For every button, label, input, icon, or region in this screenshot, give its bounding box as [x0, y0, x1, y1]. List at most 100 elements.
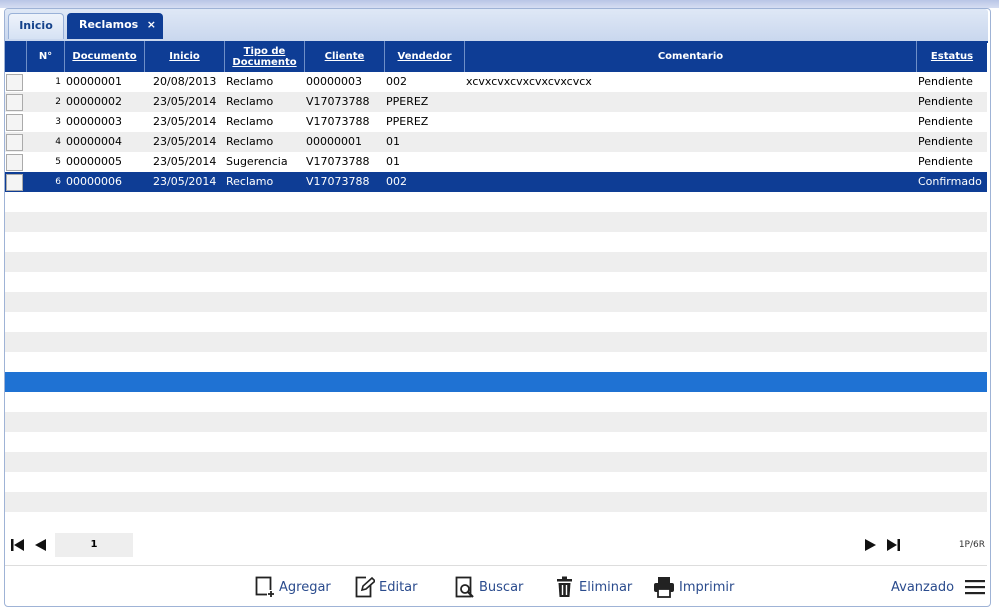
header-tipo-documento[interactable]: Tipo de Documento [225, 41, 305, 72]
empty-row [5, 452, 987, 472]
search-document-icon [455, 576, 474, 598]
cell-estatus: Confirmado [918, 175, 982, 188]
row-checkbox[interactable] [6, 154, 23, 171]
menu-icon [965, 580, 986, 595]
cell-documento: 00000003 [66, 115, 122, 128]
cell-numero: 6 [55, 177, 61, 187]
prev-page-icon[interactable] [33, 537, 49, 553]
tab-reclamos-label: Reclamos [79, 18, 139, 31]
cell-comentario [466, 132, 916, 152]
cell-tipo: Reclamo [226, 95, 274, 108]
cell-vendedor: PPEREZ [386, 95, 429, 108]
header-checkbox-col [5, 41, 27, 72]
header-documento[interactable]: Documento [65, 41, 145, 72]
tab-inicio[interactable]: Inicio [8, 13, 64, 39]
cell-comentario [466, 92, 916, 112]
empty-row [5, 312, 987, 332]
pager: 1 1P/6R [5, 533, 987, 557]
pager-info: 1P/6R [958, 540, 985, 550]
cell-inicio: 23/05/2014 [153, 175, 217, 188]
tab-bar: Inicio Reclamos × [5, 9, 988, 43]
cell-comentario: xcvxcvxcvxcvxcvxcvcx [466, 75, 592, 88]
grid-header: N° Documento Inicio Tipo de Documento Cl… [5, 41, 987, 72]
cell-comentario [466, 172, 916, 192]
table-row[interactable]: 2 00000002 23/05/2014 Reclamo V17073788 PPERE… [5, 92, 987, 112]
cell-vendedor: 002 [386, 175, 407, 188]
table-row[interactable]: 1 00000001 20/08/2013 Reclamo 00000003 002 xcv… [5, 72, 987, 92]
table-row[interactable]: 3 00000003 23/05/2014 Reclamo V17073788 PPERE… [5, 112, 987, 132]
editar-button[interactable]: Editar [355, 570, 418, 604]
cell-cliente: V17073788 [306, 95, 370, 108]
header-numero: N° [27, 41, 65, 72]
avanzado-button[interactable]: Avanzado [891, 570, 986, 604]
cell-comentario [466, 112, 916, 132]
cell-inicio: 23/05/2014 [153, 155, 217, 168]
header-estatus[interactable]: Estatus [917, 41, 987, 72]
cell-tipo: Reclamo [226, 115, 274, 128]
cell-tipo: Reclamo [226, 75, 274, 88]
agregar-button[interactable]: Agregar [255, 570, 331, 604]
empty-row [5, 332, 987, 352]
header-comentario: Comentario [465, 41, 917, 72]
close-icon[interactable]: × [147, 13, 156, 37]
cell-documento: 00000006 [66, 175, 122, 188]
header-cliente[interactable]: Cliente [305, 41, 385, 72]
printer-icon [654, 577, 674, 598]
cell-tipo: Sugerencia [226, 155, 288, 168]
first-page-icon[interactable] [10, 537, 26, 553]
cell-documento: 00000002 [66, 95, 122, 108]
empty-row [5, 252, 987, 272]
next-page-icon[interactable] [862, 537, 878, 553]
cell-inicio: 23/05/2014 [153, 95, 217, 108]
cell-vendedor: 002 [386, 75, 407, 88]
cell-numero: 4 [55, 137, 61, 147]
row-checkbox[interactable] [6, 114, 23, 131]
cell-estatus: Pendiente [918, 135, 973, 148]
cell-vendedor: 01 [386, 135, 400, 148]
cell-estatus: Pendiente [918, 75, 973, 88]
empty-row [5, 372, 987, 392]
cell-tipo: Reclamo [226, 135, 274, 148]
imprimir-label: Imprimir [679, 579, 735, 595]
cell-estatus: Pendiente [918, 115, 973, 128]
last-page-icon[interactable] [885, 537, 901, 553]
empty-row [5, 352, 987, 372]
cell-estatus: Pendiente [918, 155, 973, 168]
header-inicio[interactable]: Inicio [145, 41, 225, 72]
tab-reclamos[interactable]: Reclamos × [67, 13, 163, 39]
action-toolbar: Agregar Editar Buscar Eliminar Imprimir … [5, 570, 987, 604]
row-checkbox[interactable] [6, 174, 23, 191]
row-checkbox[interactable] [6, 94, 23, 111]
toolbar-separator [5, 565, 987, 566]
table-row[interactable]: 4 00000004 23/05/2014 Reclamo 00000001 01 Pend… [5, 132, 987, 152]
cell-numero: 1 [55, 77, 61, 87]
edit-icon [355, 576, 375, 598]
cell-comentario [466, 152, 916, 172]
page-number[interactable]: 1 [55, 533, 133, 557]
reclamos-grid: N° Documento Inicio Tipo de Documento Cl… [5, 41, 987, 532]
buscar-button[interactable]: Buscar [455, 570, 523, 604]
cell-inicio: 20/08/2013 [153, 75, 217, 88]
empty-row [5, 512, 987, 532]
empty-row [5, 412, 987, 432]
cell-cliente: 00000003 [306, 75, 362, 88]
table-row[interactable]: 6 00000006 23/05/2014 Reclamo V17073788 002 Co… [5, 172, 987, 192]
eliminar-button[interactable]: Eliminar [555, 570, 632, 604]
imprimir-button[interactable]: Imprimir [653, 570, 734, 604]
empty-row [5, 192, 987, 212]
empty-row [5, 272, 987, 292]
cell-numero: 3 [55, 117, 61, 127]
row-checkbox[interactable] [6, 134, 23, 151]
cell-estatus: Pendiente [918, 95, 973, 108]
empty-row [5, 432, 987, 452]
cell-vendedor: 01 [386, 155, 400, 168]
cell-numero: 2 [55, 97, 61, 107]
table-row[interactable]: 5 00000005 23/05/2014 Sugerencia V17073788 01… [5, 152, 987, 172]
avanzado-label: Avanzado [891, 579, 955, 595]
row-checkbox[interactable] [6, 74, 23, 91]
cell-inicio: 23/05/2014 [153, 135, 217, 148]
header-vendedor[interactable]: Vendedor [385, 41, 465, 72]
empty-row [5, 232, 987, 252]
cell-documento: 00000005 [66, 155, 122, 168]
cell-numero: 5 [55, 157, 61, 167]
